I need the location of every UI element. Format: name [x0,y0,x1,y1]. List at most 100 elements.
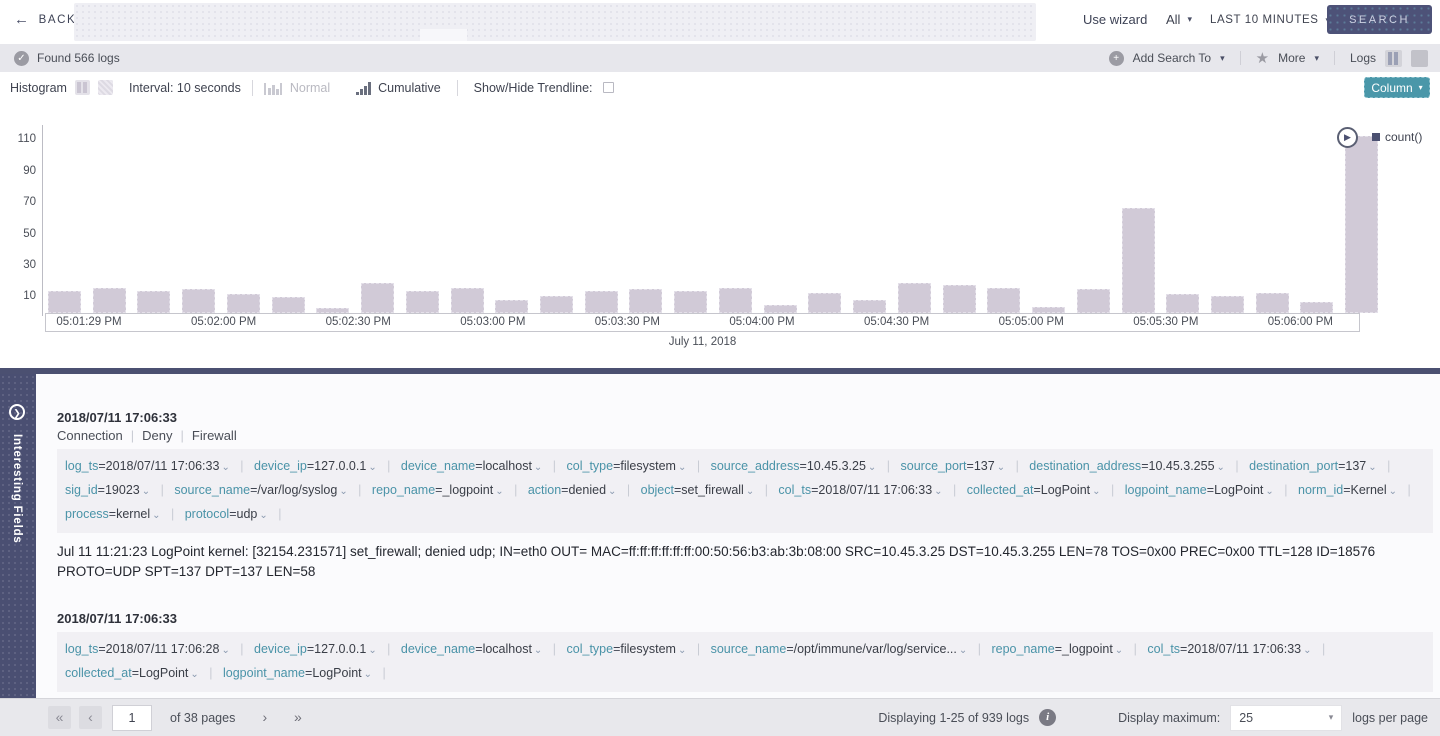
histogram-bar[interactable] [227,294,260,313]
histogram-bar[interactable] [48,291,81,313]
chart-x-axis-strip[interactable]: 05:01:29 PM05:02:00 PM05:02:30 PM05:03:0… [45,313,1360,332]
log-field-chip[interactable]: source_name=/var/log/syslog⌄ [174,483,347,497]
scope-dropdown[interactable]: All ▾ [1166,12,1192,27]
log-field-chip[interactable]: col_type=filesystem⌄ [567,642,687,656]
histogram-bar[interactable] [540,296,573,313]
log-field-chip[interactable]: col_ts=2018/07/11 17:06:33⌄ [778,483,942,497]
log-field-chip[interactable]: source_port=137⌄ [901,459,1006,473]
use-wizard-link[interactable]: Use wizard [1083,12,1147,27]
normal-mode-toggle[interactable]: Normal [264,81,330,95]
log-field-chip[interactable]: sig_id=19023⌄ [65,483,150,497]
log-field-chip[interactable]: source_name=/opt/immune/var/log/service.… [711,642,968,656]
histogram-bar[interactable] [1166,294,1199,313]
field-key: collected_at [967,483,1034,497]
previous-page-button[interactable]: ‹ [79,706,102,729]
histogram-bar[interactable] [1211,296,1244,313]
log-tag[interactable]: Firewall [192,428,237,443]
log-field-chip[interactable]: device_name=localhost⌄ [401,459,542,473]
page-number-input[interactable] [112,705,152,731]
histogram-merged-view-icon[interactable] [98,80,113,95]
separator: | [623,483,633,497]
histogram-bar[interactable] [1345,136,1378,313]
log-field-chip[interactable]: logpoint_name=LogPoint⌄ [1125,483,1274,497]
histogram-bar[interactable] [137,291,170,313]
x-tick-label: 05:02:00 PM [191,316,256,328]
log-field-chip[interactable]: object=set_firewall⌄ [641,483,755,497]
log-field-chip[interactable]: col_type=filesystem⌄ [567,459,687,473]
cumulative-mode-toggle[interactable]: Cumulative [356,81,441,95]
log-field-chip[interactable]: action=denied⌄ [528,483,617,497]
log-field-chip[interactable]: source_address=10.45.3.25⌄ [711,459,877,473]
last-page-button[interactable]: » [286,706,309,729]
play-button[interactable]: ▶ [1337,127,1358,148]
search-query-input[interactable] [74,3,1036,41]
time-range-dropdown[interactable]: LAST 10 MINUTES ▾ [1210,14,1331,26]
histogram-bar[interactable] [272,297,305,313]
more-dropdown[interactable]: More [1278,51,1305,65]
chart-type-dropdown[interactable]: Column ▾ [1364,77,1430,98]
log-field-chip[interactable]: destination_port=137⌄ [1249,459,1377,473]
chevron-down-icon: ⌄ [1217,462,1225,473]
first-page-button[interactable]: « [48,706,71,729]
search-button[interactable]: SEARCH [1327,5,1432,34]
histogram-bar[interactable] [585,291,618,313]
grid-view-icon[interactable] [1411,50,1428,67]
histogram-bar[interactable] [451,288,484,313]
log-field-chip[interactable]: device_ip=127.0.0.1⌄ [254,459,377,473]
histogram-bar[interactable] [719,288,752,313]
histogram-bar[interactable] [943,285,976,313]
histogram-bar[interactable] [764,305,797,313]
log-field-chip[interactable]: collected_at=LogPoint⌄ [65,666,199,680]
log-field-chip[interactable]: collected_at=LogPoint⌄ [967,483,1101,497]
x-tick-label: 05:01:29 PM [56,316,121,328]
chevron-down-icon: ⌄ [997,462,1005,473]
separator [1334,51,1335,65]
log-field-chip[interactable]: destination_address=10.45.3.255⌄ [1029,459,1225,473]
histogram-bar[interactable] [93,288,126,313]
log-field-chip[interactable]: log_ts=2018/07/11 17:06:28⌄ [65,642,230,656]
column-view-icon[interactable] [1385,50,1402,67]
histogram-bar[interactable] [898,283,931,313]
chevron-down-icon: ⌄ [1303,645,1311,656]
histogram-bar[interactable] [629,289,662,313]
separator: | [1281,483,1291,497]
log-field-chip[interactable]: log_ts=2018/07/11 17:06:33⌄ [65,459,230,473]
display-maximum-select[interactable]: 25 ▾ [1230,705,1342,731]
log-tag[interactable]: Connection [57,428,123,443]
next-page-button[interactable]: › [253,706,276,729]
log-field-chip[interactable]: norm_id=Kernel⌄ [1298,483,1397,497]
histogram-split-view-icon[interactable] [75,80,90,95]
log-field-chip[interactable]: process=kernel⌄ [65,507,161,521]
log-tag[interactable]: Deny [142,428,172,443]
search-resize-handle[interactable] [420,29,467,41]
histogram-bar[interactable] [495,300,528,313]
histogram-bar[interactable] [674,291,707,313]
histogram-bar[interactable] [1300,302,1333,313]
log-field-chip[interactable]: device_ip=127.0.0.1⌄ [254,642,377,656]
back-label: BACK [39,14,77,26]
histogram-bar[interactable] [1256,293,1289,313]
log-field-chip[interactable]: logpoint_name=LogPoint⌄ [223,666,372,680]
log-field-chips: log_ts=2018/07/11 17:06:33⌄ | device_ip=… [57,449,1433,533]
log-field-chip[interactable]: col_ts=2018/07/11 17:06:33⌄ [1147,642,1311,656]
log-field-chip[interactable]: repo_name=_logpoint⌄ [991,642,1123,656]
histogram-bar[interactable] [808,293,841,313]
histogram-bar[interactable] [406,291,439,313]
histogram-bar[interactable] [1122,208,1155,313]
histogram-bar[interactable] [853,300,886,313]
histogram-bar[interactable] [987,288,1020,313]
back-button[interactable]: ← BACK [14,11,76,28]
log-timestamp: 2018/07/11 17:06:33 [57,410,1433,425]
interesting-fields-panel-toggle[interactable]: ❯ Interesting Fields [0,374,36,698]
add-search-to-dropdown[interactable]: Add Search To [1133,51,1212,65]
histogram-bar[interactable] [182,289,215,313]
separator: | [511,483,521,497]
separator: | [355,483,365,497]
log-field-chip[interactable]: repo_name=_logpoint⌄ [372,483,504,497]
log-field-chip[interactable]: protocol=udp⌄ [185,507,268,521]
field-value: 2018/07/11 17:06:28 [106,642,220,656]
log-field-chip[interactable]: device_name=localhost⌄ [401,642,542,656]
histogram-bar[interactable] [361,283,394,313]
trendline-checkbox[interactable] [603,82,614,93]
histogram-bar[interactable] [1077,289,1110,313]
